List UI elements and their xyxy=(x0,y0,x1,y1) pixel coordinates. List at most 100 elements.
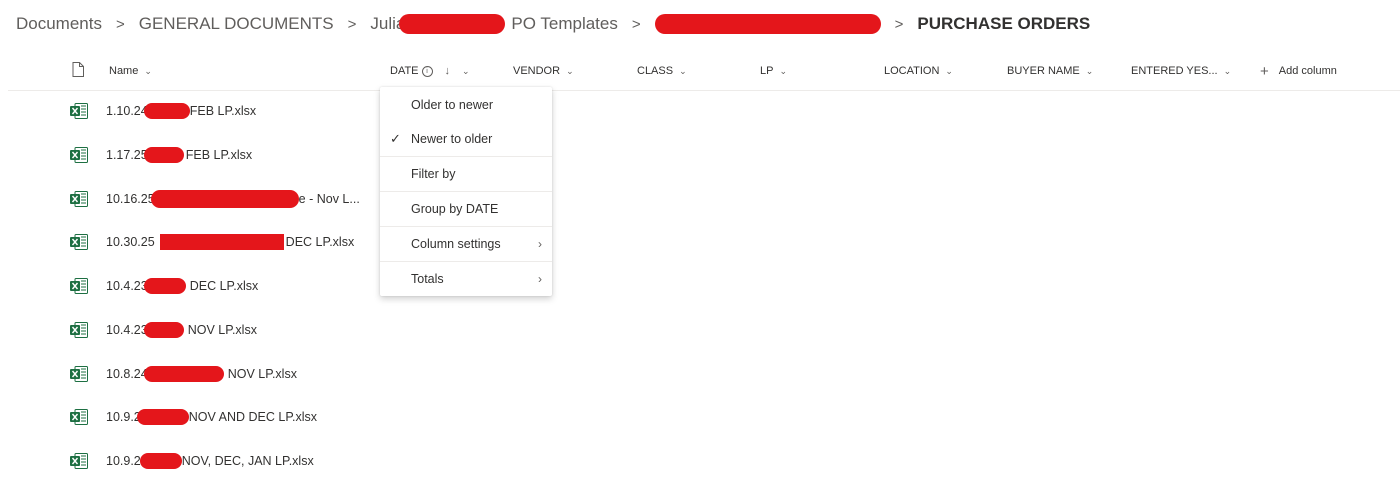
file-name-prefix: 10.4.23 xyxy=(106,323,148,337)
redaction-mark xyxy=(399,14,506,35)
file-name-suffix: NOV LP.xlsx xyxy=(227,367,297,381)
redaction-mark xyxy=(143,366,224,382)
file-row[interactable]: 10.16.25 e - Nov L... xyxy=(0,177,1400,221)
chevron-down-icon: ⌄ xyxy=(462,65,470,76)
menu-item-older-to-newer[interactable]: Older to newer xyxy=(380,88,552,122)
file-name-link[interactable]: 10.9.24 NOV, DEC, JAN LP.xlsx xyxy=(106,452,314,470)
file-name-link[interactable]: 10.4.23 NOV LP.xlsx xyxy=(106,321,257,339)
chevron-down-icon: ⌄ xyxy=(566,65,574,76)
file-row[interactable]: 10.4.23 DEC LP.xlsx xyxy=(0,264,1400,308)
excel-file-icon xyxy=(70,191,88,207)
breadcrumb-julia-folder[interactable]: Julia PO Templates xyxy=(370,13,618,35)
chevron-down-icon: ⌄ xyxy=(1085,65,1094,76)
column-header-entered-label: ENTERED YES... xyxy=(1131,65,1218,77)
date-column-menu: Older to newer ✓ Newer to older Filter b… xyxy=(380,87,552,296)
menu-item-label: Older to newer xyxy=(411,98,493,112)
menu-item-label: Totals xyxy=(411,272,444,286)
column-header-class[interactable]: CLASS ⌄ xyxy=(637,52,687,90)
file-name-link[interactable]: 1.10.24 FEB LP.xlsx xyxy=(106,102,256,120)
column-header-entered[interactable]: ENTERED YES... ⌄ xyxy=(1131,52,1231,90)
menu-item-label: Filter by xyxy=(411,167,456,181)
redaction-mark xyxy=(143,103,190,119)
breadcrumb-general-documents[interactable]: GENERAL DOCUMENTS xyxy=(139,14,334,34)
sort-descending-icon: ↓ xyxy=(444,65,451,77)
file-name-prefix: 10.30.25 xyxy=(106,235,155,249)
menu-item-totals[interactable]: Totals › xyxy=(380,262,552,296)
excel-file-icon xyxy=(70,103,88,119)
file-row[interactable]: 1.17.25 FEB LP.xlsx xyxy=(0,133,1400,177)
file-name-suffix: DEC LP.xlsx xyxy=(285,235,355,249)
menu-item-filter-by[interactable]: Filter by xyxy=(380,157,552,191)
redaction-mark xyxy=(139,453,182,469)
excel-file-icon xyxy=(70,409,88,425)
file-name-link[interactable]: 10.30.25 DEC LP.xlsx xyxy=(106,233,354,251)
excel-file-icon xyxy=(70,453,88,469)
column-header-buyer-name[interactable]: BUYER NAME ⌄ xyxy=(1007,52,1093,90)
file-name-link[interactable]: 10.9.2 NOV AND DEC LP.xlsx xyxy=(106,408,317,426)
add-column-label: Add column xyxy=(1278,65,1337,77)
file-name-prefix: 10.4.23 xyxy=(106,279,148,293)
excel-file-icon xyxy=(70,322,88,338)
column-header-buyer-name-label: BUYER NAME xyxy=(1007,65,1080,77)
file-name-suffix: FEB LP.xlsx xyxy=(189,104,257,118)
file-row[interactable]: 1.10.24 FEB LP.xlsx xyxy=(0,89,1400,133)
file-name-prefix: 10.8.24 xyxy=(106,367,148,381)
file-name-link[interactable]: 10.4.23 DEC LP.xlsx xyxy=(106,277,258,295)
column-header-lp-label: LP xyxy=(760,65,774,77)
chevron-right-icon: › xyxy=(538,237,542,251)
column-header-vendor-label: VENDOR xyxy=(513,65,561,77)
breadcrumb-separator: > xyxy=(894,15,904,33)
redaction-mark xyxy=(654,14,881,35)
column-header-name[interactable]: Name ⌄ xyxy=(109,52,152,90)
breadcrumb: Documents > GENERAL DOCUMENTS > Julia PO … xyxy=(16,10,1090,38)
file-name-link[interactable]: 10.8.24 NOV LP.xlsx xyxy=(106,365,297,383)
column-header-location[interactable]: LOCATION ⌄ xyxy=(884,52,953,90)
file-type-icon[interactable] xyxy=(72,62,84,77)
redaction-mark xyxy=(159,234,284,250)
column-header-vendor[interactable]: VENDOR ⌄ xyxy=(513,52,574,90)
file-row[interactable]: 10.9.24 NOV, DEC, JAN LP.xlsx xyxy=(0,439,1400,483)
chevron-down-icon: ⌄ xyxy=(779,65,788,76)
checkmark-icon: ✓ xyxy=(390,131,401,146)
file-name-link[interactable]: 1.17.25 FEB LP.xlsx xyxy=(106,146,252,164)
file-name-link[interactable]: 10.16.25 e - Nov L... xyxy=(106,190,360,208)
breadcrumb-documents[interactable]: Documents xyxy=(16,14,102,34)
file-name-suffix: NOV, DEC, JAN LP.xlsx xyxy=(181,454,314,468)
column-header-name-label: Name xyxy=(109,65,139,77)
file-name-prefix: 1.10.24 xyxy=(106,104,148,118)
file-name-prefix: 10.16.25 xyxy=(106,192,155,206)
file-name-prefix: 1.17.25 xyxy=(106,148,148,162)
excel-file-icon xyxy=(70,278,88,294)
column-header-date[interactable]: DATE i ↓ ⌄ xyxy=(390,52,470,90)
menu-item-newer-to-older[interactable]: ✓ Newer to older xyxy=(380,122,552,156)
column-header-date-label: DATE xyxy=(390,65,419,77)
breadcrumb-redacted-folder[interactable] xyxy=(654,14,881,35)
column-header-row: Name ⌄ DATE i ↓ ⌄ VENDOR ⌄ CLASS ⌄ LP ⌄ … xyxy=(8,52,1400,91)
menu-item-group-by-date[interactable]: Group by DATE xyxy=(380,192,552,226)
file-name-suffix: DEC LP.xlsx xyxy=(189,279,259,293)
chevron-down-icon: ⌄ xyxy=(679,65,687,76)
redaction-mark xyxy=(143,322,184,338)
menu-item-label: Group by DATE xyxy=(411,202,499,216)
file-name-suffix: FEB LP.xlsx xyxy=(185,148,253,162)
menu-item-column-settings[interactable]: Column settings › xyxy=(380,227,552,261)
file-row[interactable]: 10.9.2 NOV AND DEC LP.xlsx xyxy=(0,395,1400,439)
file-row[interactable]: 10.30.25 DEC LP.xlsx xyxy=(0,220,1400,264)
column-header-lp[interactable]: LP ⌄ xyxy=(760,52,787,90)
breadcrumb-separator: > xyxy=(115,15,125,33)
breadcrumb-po-templates-label: PO Templates xyxy=(511,13,618,33)
redaction-mark xyxy=(143,147,184,163)
file-name-suffix: NOV LP.xlsx xyxy=(187,323,257,337)
redaction-mark xyxy=(143,278,186,294)
redaction-mark xyxy=(150,190,299,208)
chevron-down-icon: ⌄ xyxy=(1223,65,1232,76)
add-column-button[interactable]: + Add column xyxy=(1260,52,1337,90)
redaction-mark xyxy=(136,409,189,425)
menu-item-label: Column settings xyxy=(411,237,501,251)
chevron-down-icon: ⌄ xyxy=(144,65,152,76)
breadcrumb-separator: > xyxy=(347,15,357,33)
excel-file-icon xyxy=(70,366,88,382)
file-row[interactable]: 10.4.23 NOV LP.xlsx xyxy=(0,308,1400,352)
column-header-class-label: CLASS xyxy=(637,65,674,77)
file-row[interactable]: 10.8.24 NOV LP.xlsx xyxy=(0,352,1400,396)
